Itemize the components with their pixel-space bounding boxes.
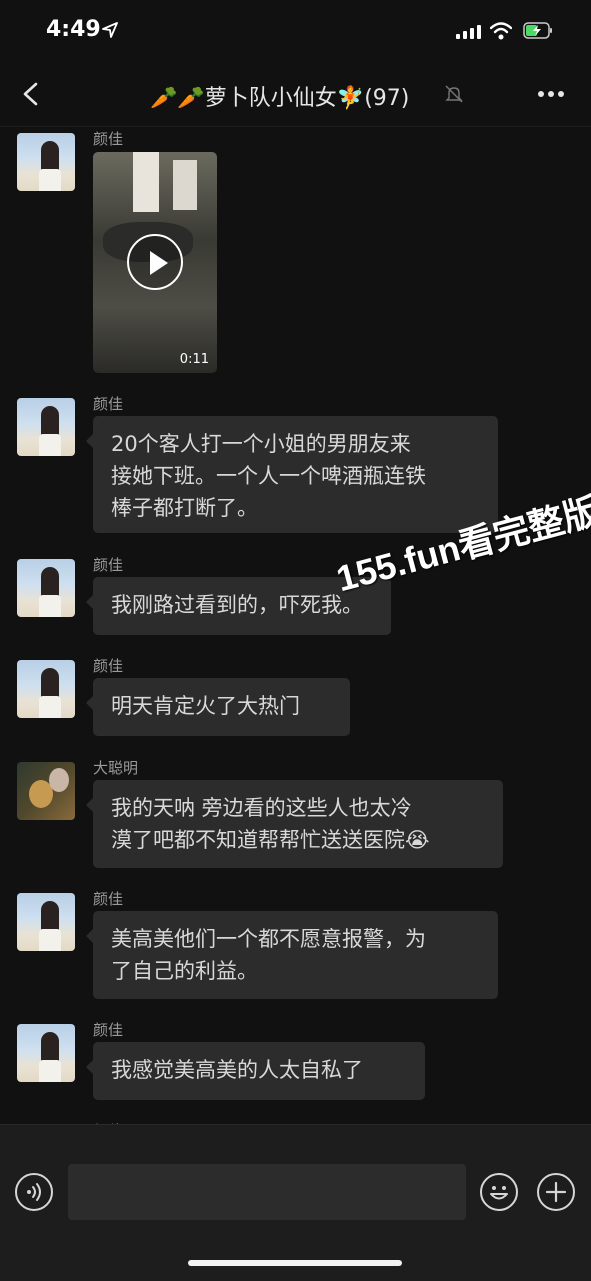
battery-charging-icon: [523, 22, 552, 39]
home-indicator: [188, 1260, 402, 1266]
sender-name: 颜佳: [93, 1021, 124, 1039]
sender-name: 大聪明: [93, 759, 139, 777]
message-line: 我刚路过看到的，吓死我。: [111, 593, 363, 617]
chat-title: 🥕🥕萝卜队小仙女🧚(97): [150, 80, 450, 112]
cellular-signal-icon: [456, 25, 482, 39]
input-bar: [0, 1124, 591, 1281]
avatar[interactable]: [17, 133, 75, 191]
status-bar: 4:49: [0, 0, 591, 64]
avatar[interactable]: [17, 1024, 75, 1082]
message-item: 颜佳 0:11: [0, 128, 591, 378]
member-count: (97): [364, 86, 410, 111]
message-item: 颜佳 我感觉美高美的人太自私了: [0, 1019, 591, 1104]
chevron-left-icon[interactable]: [18, 80, 44, 108]
voice-icon: [27, 1183, 41, 1201]
message-line: 了自己的利益。: [111, 959, 258, 983]
avatar[interactable]: [17, 762, 75, 820]
message-bubble[interactable]: 我感觉美高美的人太自私了: [86, 1042, 425, 1100]
avatar[interactable]: [17, 398, 75, 456]
sender-name: 颜佳: [93, 556, 124, 574]
avatar[interactable]: [17, 660, 75, 718]
message-bubble[interactable]: 明天肯定火了大热门: [86, 678, 350, 736]
sender-name: 颜佳: [93, 395, 124, 413]
wifi-icon: [490, 22, 512, 40]
video-duration: 0:11: [179, 352, 209, 367]
sender-name: 颜佳: [93, 657, 124, 675]
chat-header: 🥕🥕萝卜队小仙女🧚(97): [0, 64, 591, 127]
plus-button[interactable]: [537, 1173, 575, 1211]
location-arrow-icon: [102, 22, 118, 38]
message-item: 大聪明 我的天呐 旁边看的这些人也太冷 漠了吧都不知道帮帮忙送送医院😭: [0, 757, 591, 872]
message-item: 颜佳 明天肯定火了大热门: [0, 655, 591, 740]
bell-slash-icon: [445, 85, 463, 103]
message-line: 漠了吧都不知道帮帮忙送送医院😭: [111, 828, 430, 852]
message-line: 接她下班。一个人一个啤酒瓶连铁: [111, 464, 426, 488]
message-item: 颜佳 美高美他们一个都不愿意报警，为 了自己的利益。: [0, 888, 591, 1003]
smiley-icon: [490, 1186, 508, 1200]
message-bubble[interactable]: 20个客人打一个小姐的男朋友来 接她下班。一个人一个啤酒瓶连铁 棒子都打断了。: [86, 416, 498, 533]
message-item: 颜佳 我刚路过看到的，吓死我。: [0, 554, 591, 639]
message-line: 美高美他们一个都不愿意报警，为: [111, 927, 426, 951]
avatar[interactable]: [17, 893, 75, 951]
play-icon[interactable]: [127, 234, 183, 290]
plus-icon: [545, 1181, 567, 1203]
sender-name: 颜佳: [93, 130, 124, 148]
message-line: 20个客人打一个小姐的男朋友来: [111, 432, 411, 456]
voice-button[interactable]: [15, 1173, 53, 1211]
group-name: 🥕🥕萝卜队小仙女🧚: [150, 86, 365, 111]
message-line: 棒子都打断了。: [111, 496, 258, 520]
message-input[interactable]: [68, 1164, 466, 1220]
message-line: 我的天呐 旁边看的这些人也太冷: [111, 796, 412, 820]
status-time: 4:49: [46, 17, 101, 42]
sender-name: 颜佳: [93, 890, 124, 908]
video-message[interactable]: 0:11: [93, 152, 217, 373]
message-line: 我感觉美高美的人太自私了: [111, 1058, 363, 1082]
emoji-button[interactable]: [480, 1173, 518, 1211]
avatar[interactable]: [17, 559, 75, 617]
message-bubble[interactable]: 美高美他们一个都不愿意报警，为 了自己的利益。: [86, 911, 498, 999]
message-line: 明天肯定火了大热门: [111, 694, 300, 718]
message-bubble[interactable]: 我的天呐 旁边看的这些人也太冷 漠了吧都不知道帮帮忙送送医院😭: [86, 780, 503, 868]
more-dots-icon[interactable]: [537, 90, 565, 98]
